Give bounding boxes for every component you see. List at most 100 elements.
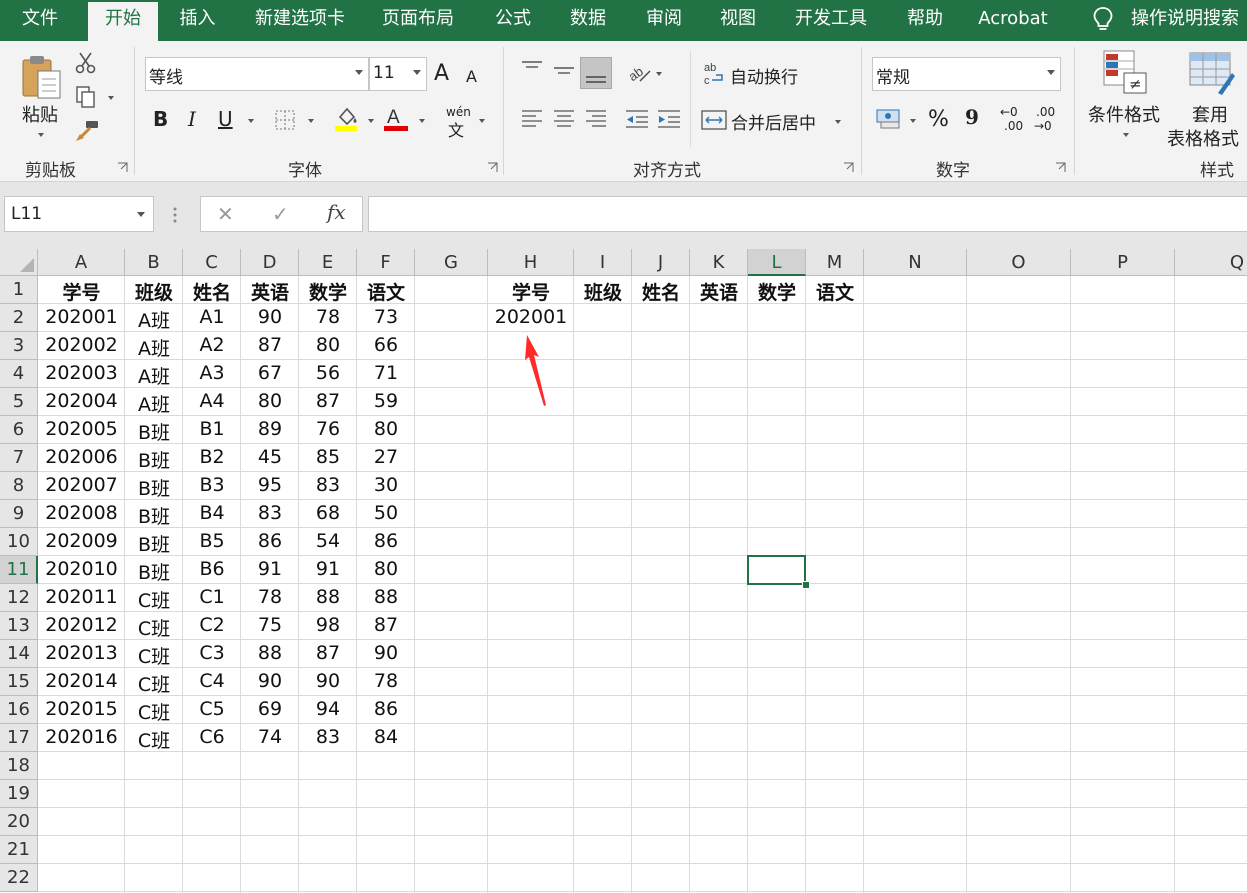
data-cell[interactable]: 78 [299, 306, 357, 328]
data-cell[interactable]: A班 [125, 334, 183, 361]
data-cell[interactable]: B5 [183, 530, 241, 552]
lookup-header-cell[interactable]: 姓名 [632, 278, 690, 305]
bold-button[interactable]: B [153, 107, 168, 131]
underline-button[interactable]: U [218, 107, 233, 131]
data-cell[interactable]: 202016 [38, 726, 125, 748]
conditional-format-icon[interactable]: ≠ [1102, 49, 1148, 95]
data-cell[interactable]: 87 [299, 390, 357, 412]
row-header-4[interactable]: 4 [0, 360, 38, 388]
align-middle-icon[interactable] [552, 59, 576, 81]
data-cell[interactable]: 56 [299, 362, 357, 384]
column-header-f[interactable]: F [357, 249, 415, 276]
data-cell[interactable]: B班 [125, 474, 183, 501]
data-cell[interactable]: 59 [357, 390, 415, 412]
increase-indent-icon[interactable] [656, 107, 682, 131]
data-cell[interactable]: C班 [125, 726, 183, 753]
header-cell[interactable]: 数学 [299, 278, 357, 305]
cancel-icon[interactable]: ✕ [217, 202, 234, 226]
column-header-n[interactable]: N [864, 249, 967, 276]
row-header-13[interactable]: 13 [0, 612, 38, 640]
header-cell[interactable]: 班级 [125, 278, 183, 305]
data-cell[interactable]: 91 [299, 558, 357, 580]
column-header-b[interactable]: B [125, 249, 183, 276]
orientation-dropdown-icon[interactable] [656, 72, 662, 76]
align-center-icon[interactable] [552, 107, 576, 131]
row-header-2[interactable]: 2 [0, 304, 38, 332]
orientation-icon[interactable]: ab [626, 61, 654, 85]
data-cell[interactable]: 202009 [38, 530, 125, 552]
lookup-header-cell[interactable]: 数学 [748, 278, 806, 305]
align-bottom-button[interactable] [580, 57, 612, 89]
data-cell[interactable]: C2 [183, 614, 241, 636]
data-cell[interactable]: 30 [357, 474, 415, 496]
data-cell[interactable]: 88 [357, 586, 415, 608]
column-header-m[interactable]: M [806, 249, 864, 276]
format-as-table-top[interactable]: 套用 [1192, 101, 1228, 127]
data-cell[interactable]: 67 [241, 362, 299, 384]
data-cell[interactable]: 202010 [38, 558, 125, 580]
row-header-7[interactable]: 7 [0, 444, 38, 472]
data-cell[interactable]: 202006 [38, 446, 125, 468]
wrap-text-icon[interactable]: ab c [702, 61, 726, 87]
enter-icon[interactable]: ✓ [272, 202, 289, 226]
data-cell[interactable]: 54 [299, 530, 357, 552]
data-cell[interactable]: 87 [357, 614, 415, 636]
paste-icon[interactable] [20, 53, 64, 101]
data-cell[interactable]: B班 [125, 502, 183, 529]
decrease-decimal-bottom[interactable]: →0 [1034, 119, 1052, 133]
data-cell[interactable]: 202011 [38, 586, 125, 608]
merge-dropdown-icon[interactable] [835, 120, 841, 124]
data-cell[interactable]: 78 [241, 586, 299, 608]
data-cell[interactable]: 202007 [38, 474, 125, 496]
data-cell[interactable]: A1 [183, 306, 241, 328]
data-cell[interactable]: C班 [125, 670, 183, 697]
data-cell[interactable]: 83 [299, 474, 357, 496]
header-cell[interactable]: 姓名 [183, 278, 241, 305]
dialog-launcher-icon[interactable] [487, 162, 498, 173]
data-cell[interactable]: 50 [357, 502, 415, 524]
cut-icon[interactable] [74, 51, 98, 75]
data-cell[interactable]: 68 [299, 502, 357, 524]
data-cell[interactable]: 84 [357, 726, 415, 748]
shrink-font-button[interactable]: A [466, 67, 477, 86]
data-cell[interactable]: 86 [241, 530, 299, 552]
font-color-icon[interactable]: A [383, 105, 409, 133]
row-header-21[interactable]: 21 [0, 836, 38, 864]
row-header-6[interactable]: 6 [0, 416, 38, 444]
tab-8[interactable]: 视图 [702, 0, 774, 41]
data-cell[interactable]: A3 [183, 362, 241, 384]
tab-6[interactable]: 数据 [552, 0, 624, 41]
data-cell[interactable]: A班 [125, 362, 183, 389]
data-cell[interactable]: 95 [241, 474, 299, 496]
data-cell[interactable]: C班 [125, 642, 183, 669]
data-cell[interactable]: B3 [183, 474, 241, 496]
row-header-16[interactable]: 16 [0, 696, 38, 724]
font-color-dropdown-icon[interactable] [419, 119, 425, 123]
active-cell[interactable] [747, 555, 806, 585]
select-all-button[interactable] [0, 249, 38, 276]
number-format-box[interactable]: 常规 [872, 57, 1061, 91]
tab-0[interactable]: 文件 [0, 0, 80, 41]
insert-function-icon[interactable]: fx [327, 200, 346, 224]
lookup-header-cell[interactable]: 班级 [574, 278, 632, 305]
data-cell[interactable]: 202002 [38, 334, 125, 356]
row-header-12[interactable]: 12 [0, 584, 38, 612]
row-header-17[interactable]: 17 [0, 724, 38, 752]
tab-7[interactable]: 审阅 [626, 0, 702, 41]
data-cell[interactable]: B4 [183, 502, 241, 524]
data-cell[interactable]: 98 [299, 614, 357, 636]
increase-decimal-top[interactable]: ←0 [1000, 105, 1018, 119]
data-cell[interactable]: 202004 [38, 390, 125, 412]
border-icon[interactable] [274, 109, 296, 131]
column-header-p[interactable]: P [1071, 249, 1175, 276]
row-header-8[interactable]: 8 [0, 472, 38, 500]
tab-4[interactable]: 页面布局 [366, 0, 470, 41]
data-cell[interactable]: B班 [125, 418, 183, 445]
row-header-22[interactable]: 22 [0, 864, 38, 892]
align-right-icon[interactable] [584, 107, 608, 131]
tab-2[interactable]: 插入 [160, 0, 235, 41]
row-header-3[interactable]: 3 [0, 332, 38, 360]
paste-dropdown-icon[interactable] [38, 133, 44, 137]
data-cell[interactable]: 76 [299, 418, 357, 440]
data-cell[interactable]: C6 [183, 726, 241, 748]
